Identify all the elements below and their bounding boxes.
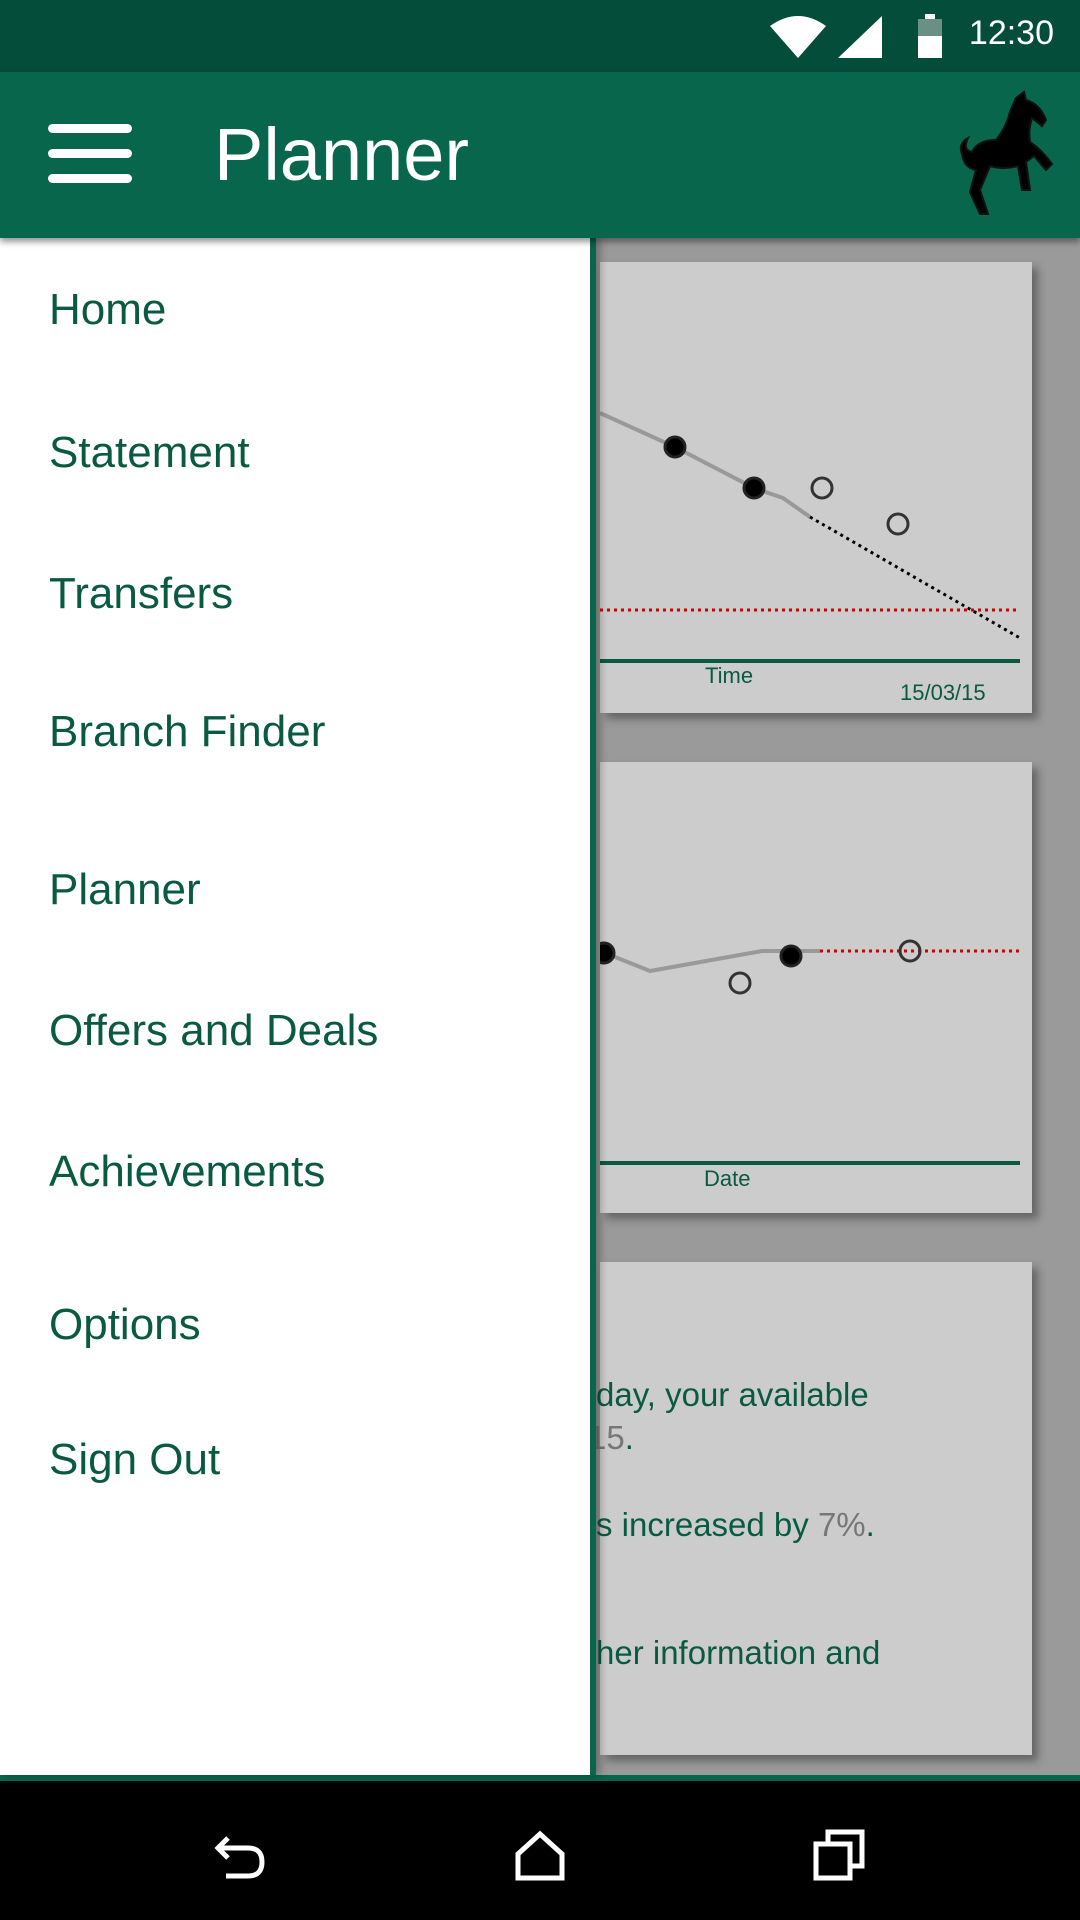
date-chart bbox=[600, 939, 1020, 1165]
balance-chart-card: Time 15/03/15 bbox=[600, 262, 1032, 713]
app-bar: Planner bbox=[0, 72, 1080, 238]
summary-card: day, your available 15. s increased by 7… bbox=[588, 1262, 1032, 1755]
menu-item-home[interactable]: Home bbox=[49, 285, 166, 335]
wifi-icon bbox=[770, 16, 826, 58]
balance-chart bbox=[600, 411, 1021, 663]
open-point bbox=[898, 939, 922, 963]
menu-item-planner[interactable]: Planner bbox=[49, 865, 201, 915]
home-icon[interactable] bbox=[510, 1826, 570, 1886]
projection-line bbox=[809, 515, 1021, 640]
status-time: 12:30 bbox=[968, 14, 1054, 52]
open-point bbox=[728, 971, 752, 995]
open-point bbox=[886, 512, 910, 536]
filled-point bbox=[600, 941, 616, 965]
filled-point bbox=[779, 944, 803, 968]
menu-item-options[interactable]: Options bbox=[49, 1300, 201, 1350]
x-axis-label: Time bbox=[705, 663, 754, 688]
black-horse-logo bbox=[959, 90, 1054, 215]
summary-line: day, your available bbox=[596, 1376, 869, 1413]
open-point bbox=[810, 476, 834, 500]
chart-date: 15/03/15 bbox=[900, 680, 986, 705]
battery-icon bbox=[918, 14, 942, 58]
date-chart-card: Date bbox=[600, 762, 1032, 1213]
menu-item-transfers[interactable]: Transfers bbox=[49, 569, 233, 619]
signal-icon bbox=[838, 16, 882, 58]
menu-item-statement[interactable]: Statement bbox=[49, 428, 250, 478]
back-icon[interactable] bbox=[210, 1826, 270, 1886]
menu-item-sign-out[interactable]: Sign Out bbox=[49, 1435, 220, 1485]
balance-line bbox=[600, 411, 812, 519]
menu-item-branch-finder[interactable]: Branch Finder bbox=[49, 707, 325, 757]
system-nav-bar bbox=[0, 1775, 1080, 1920]
filled-point bbox=[663, 435, 687, 459]
status-bar: 12:30 bbox=[0, 0, 1080, 72]
menu-item-offers[interactable]: Offers and Deals bbox=[49, 1006, 378, 1056]
navigation-drawer: Home Statement Transfers Branch Finder P… bbox=[0, 238, 596, 1775]
summary-line: her information and bbox=[596, 1634, 881, 1671]
x-axis-label: Date bbox=[704, 1166, 751, 1191]
filled-point bbox=[742, 476, 766, 500]
menu-item-achievements[interactable]: Achievements bbox=[49, 1147, 325, 1197]
hamburger-icon[interactable] bbox=[48, 124, 132, 184]
page-title: Planner bbox=[214, 113, 470, 196]
summary-line: s increased by 7%. bbox=[596, 1506, 875, 1543]
recents-icon[interactable] bbox=[810, 1826, 870, 1886]
